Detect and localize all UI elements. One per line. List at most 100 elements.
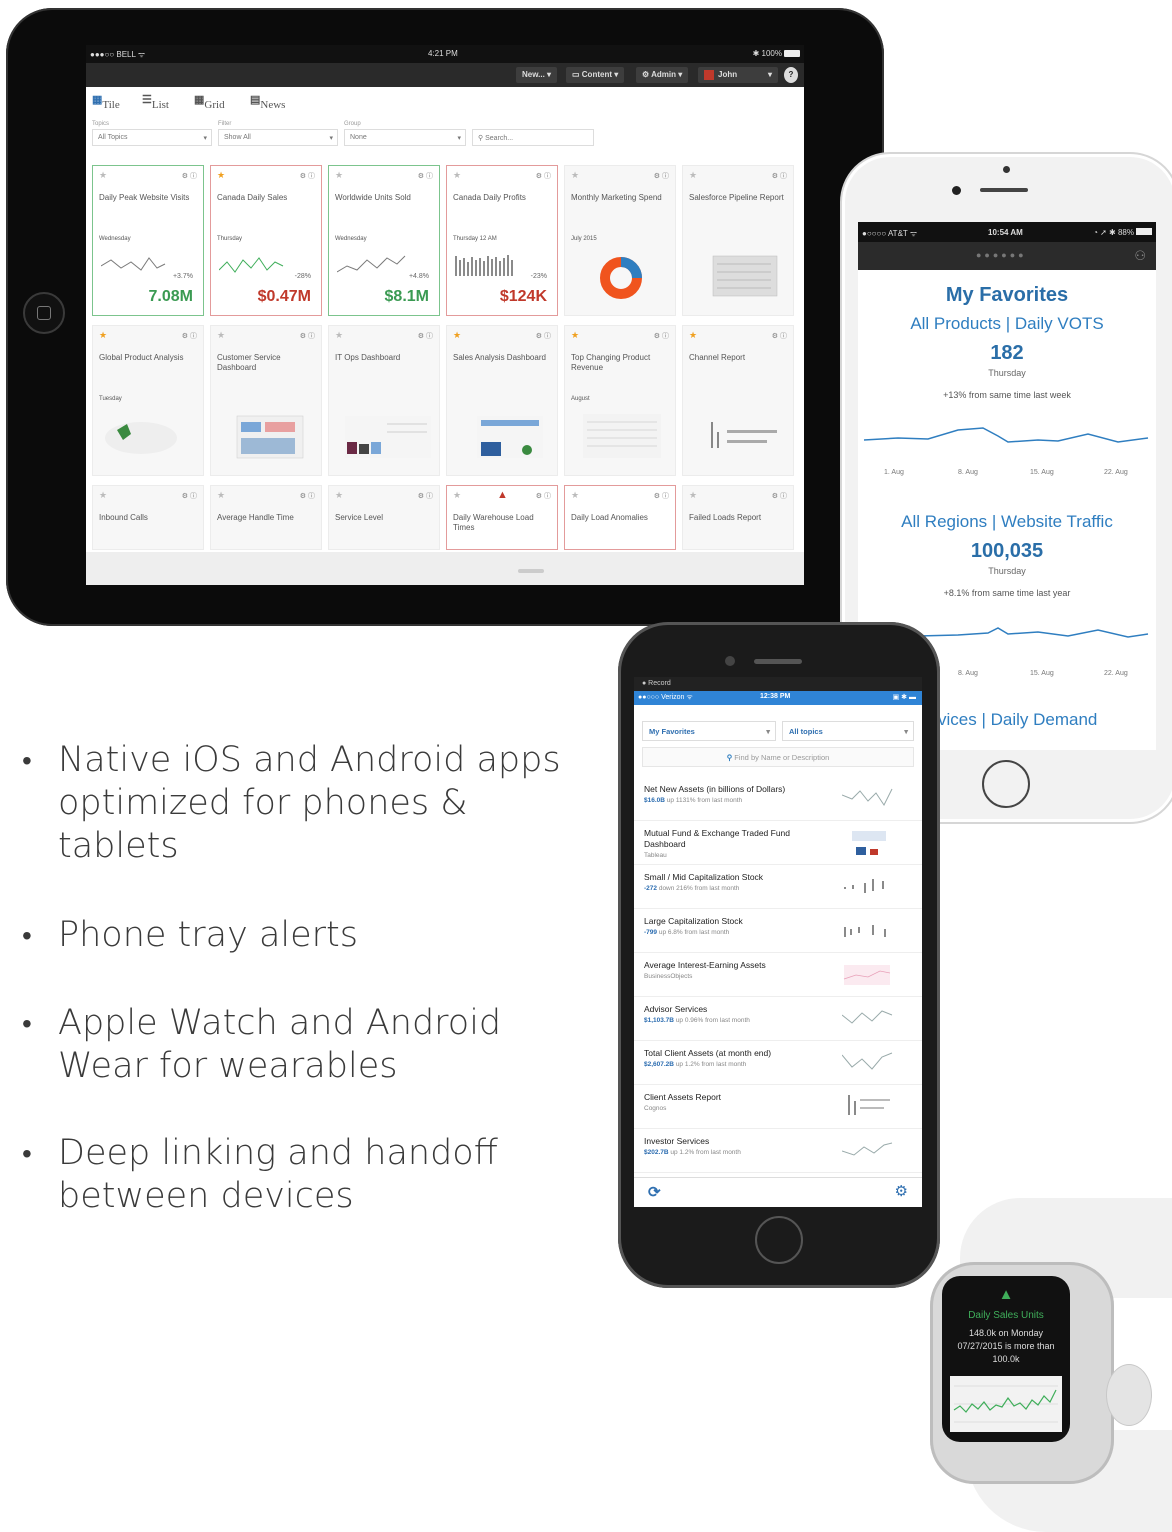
- star-icon[interactable]: ★: [689, 170, 697, 181]
- star-icon[interactable]: ★: [99, 490, 107, 501]
- tile[interactable]: ★ ⚙ ⓘ Salesforce Pipeline Report: [682, 165, 794, 316]
- tile[interactable]: ★ ⚙ ⓘ Top Changing Product Revenue August: [564, 325, 676, 476]
- tile-actions-icon[interactable]: ⚙ ⓘ: [654, 171, 669, 181]
- tile-actions-icon[interactable]: ⚙ ⓘ: [300, 171, 315, 181]
- star-icon[interactable]: ★: [335, 170, 343, 181]
- star-icon[interactable]: ★: [453, 170, 461, 181]
- tab-tile[interactable]: ▦ Tile: [92, 93, 120, 111]
- list-item[interactable]: Mutual Fund & Exchange Traded Fund Dashb…: [634, 821, 922, 865]
- tile-visualization: [455, 412, 551, 460]
- list-item[interactable]: Investor Services $202.7B up 1.2% from la…: [634, 1129, 922, 1173]
- tile[interactable]: ★ ⚙ ⓘ Sales Analysis Dashboard: [446, 325, 558, 476]
- search-input[interactable]: ⚲ Find by Name or Description: [642, 747, 914, 767]
- user-icon[interactable]: ⚇: [1134, 248, 1146, 264]
- star-icon[interactable]: ★: [689, 330, 697, 341]
- tile[interactable]: ★ ⚙ ⓘ Service Level: [328, 485, 440, 550]
- tile[interactable]: ★ ⚙ ⓘ Monthly Marketing Spend July 2015: [564, 165, 676, 316]
- favorites-select[interactable]: My Favorites ▾: [642, 721, 776, 741]
- watch-alert-message: 148.0k on Monday 07/27/2015 is more than…: [957, 1328, 1055, 1364]
- gear-icon[interactable]: ⚙: [895, 1182, 908, 1200]
- tile[interactable]: ★ ⚙ ⓘ Daily Load Anomalies: [564, 485, 676, 550]
- help-button[interactable]: ?: [784, 67, 798, 83]
- tile-date: Thursday: [217, 236, 243, 242]
- list-item[interactable]: Large Capitalization Stock -799 up 6.8% f…: [634, 909, 922, 953]
- tile[interactable]: ★ ⚙ ⓘ Channel Report: [682, 325, 794, 476]
- tile[interactable]: ★ ⚙ ⓘ Canada Daily Profits Thursday 12 AM -2…: [446, 165, 558, 316]
- filter-select[interactable]: Show All ▾: [218, 129, 338, 146]
- star-icon[interactable]: ★: [217, 170, 225, 181]
- star-icon[interactable]: ★: [571, 330, 579, 341]
- tile[interactable]: ★ ⚙ ⓘ Canada Daily Sales Thursday -28% $0.47M: [210, 165, 322, 316]
- list-item[interactable]: Net New Assets (in billions of Dollars) $…: [634, 777, 922, 821]
- user-menu-button[interactable]: John ▾: [698, 67, 778, 83]
- tile-actions-icon[interactable]: ⚙ ⓘ: [182, 331, 197, 341]
- kpi1-name[interactable]: All Products | Daily VOTS: [858, 314, 1156, 334]
- star-icon[interactable]: ★: [453, 490, 461, 501]
- refresh-icon[interactable]: ⟳: [648, 1183, 661, 1201]
- watch-crown[interactable]: [1106, 1364, 1152, 1426]
- list-item[interactable]: Client Assets Report Cognos: [634, 1085, 922, 1129]
- tile-actions-icon[interactable]: ⚙ ⓘ: [418, 331, 433, 341]
- tile-actions-icon[interactable]: ⚙ ⓘ: [418, 491, 433, 501]
- tile[interactable]: ★ ⚙ ⓘ Global Product Analysis Tuesday: [92, 325, 204, 476]
- star-icon[interactable]: ★: [99, 330, 107, 341]
- group-select[interactable]: None ▾: [344, 129, 466, 146]
- star-icon[interactable]: ★: [335, 330, 343, 341]
- tile-actions-icon[interactable]: ⚙ ⓘ: [536, 171, 551, 181]
- tile-actions-icon[interactable]: ⚙ ⓘ: [300, 331, 315, 341]
- tile[interactable]: ★ ⚙ ⓘ Average Handle Time: [210, 485, 322, 550]
- tile-actions-icon[interactable]: ⚙ ⓘ: [182, 491, 197, 501]
- kpi1-value: 182: [990, 342, 1024, 364]
- tile-actions-icon[interactable]: ⚙ ⓘ: [536, 331, 551, 341]
- group-label: Group: [344, 121, 361, 127]
- star-icon[interactable]: ★: [571, 170, 579, 181]
- tile-actions-icon[interactable]: ⚙ ⓘ: [182, 171, 197, 181]
- bullet-dot-icon: •: [22, 1137, 32, 1170]
- black-phone-home-button[interactable]: [755, 1216, 803, 1264]
- list-item[interactable]: Total Client Assets (at month end) $2,607…: [634, 1041, 922, 1085]
- tile-actions-icon[interactable]: ⚙ ⓘ: [300, 491, 315, 501]
- tile[interactable]: ★ ⚙ ⓘ Inbound Calls: [92, 485, 204, 550]
- tile-actions-icon[interactable]: ⚙ ⓘ: [772, 331, 787, 341]
- star-icon[interactable]: ★: [335, 490, 343, 501]
- list-item[interactable]: Average Interest-Earning Assets BusinessO…: [634, 953, 922, 997]
- tile[interactable]: ★ ⚙ ⓘ ▲ Daily Warehouse Load Times: [446, 485, 558, 550]
- list-item[interactable]: Advisor Services $1,103.7B up 0.96% from …: [634, 997, 922, 1041]
- drag-handle[interactable]: [518, 569, 544, 573]
- list-item-subtitle: $202.7B up 1.2% from last month: [644, 1149, 741, 1156]
- tile[interactable]: ★ ⚙ ⓘ Worldwide Units Sold Wednesday +4.8% $8…: [328, 165, 440, 316]
- white-phone-home-button[interactable]: [982, 760, 1030, 808]
- star-icon[interactable]: ★: [217, 490, 225, 501]
- tile-actions-icon[interactable]: ⚙ ⓘ: [536, 491, 551, 501]
- tile-visualization: [337, 412, 433, 460]
- tile[interactable]: ★ ⚙ ⓘ Failed Loads Report: [682, 485, 794, 550]
- admin-menu-button[interactable]: ⚙ Admin ▾: [636, 67, 689, 83]
- tile[interactable]: ★ ⚙ ⓘ IT Ops Dashboard: [328, 325, 440, 476]
- new-menu-button[interactable]: New... ▾: [516, 67, 558, 83]
- kpi2-name[interactable]: All Regions | Website Traffic: [858, 512, 1156, 532]
- topics-select[interactable]: All Topics ▾: [92, 129, 212, 146]
- tab-grid[interactable]: ▦ Grid: [194, 93, 225, 111]
- tile[interactable]: ★ ⚙ ⓘ Daily Peak Website Visits Wednesday +3…: [92, 165, 204, 316]
- search-input[interactable]: ⚲ Search...: [472, 129, 594, 146]
- content-menu-button[interactable]: ▭ Content ▾: [566, 67, 625, 83]
- tile-actions-icon[interactable]: ⚙ ⓘ: [772, 171, 787, 181]
- topics-select[interactable]: All topics ▾: [782, 721, 914, 741]
- kpi3-name[interactable]: vices | Daily Demand: [938, 710, 1097, 730]
- tile[interactable]: ★ ⚙ ⓘ Customer Service Dashboard: [210, 325, 322, 476]
- star-icon[interactable]: ★: [571, 490, 579, 501]
- star-icon[interactable]: ★: [453, 330, 461, 341]
- list-item-title: Advisor Services: [644, 1004, 708, 1014]
- tile-actions-icon[interactable]: ⚙ ⓘ: [654, 331, 669, 341]
- tile-actions-icon[interactable]: ⚙ ⓘ: [772, 491, 787, 501]
- tile-actions-icon[interactable]: ⚙ ⓘ: [654, 491, 669, 501]
- star-icon[interactable]: ★: [217, 330, 225, 341]
- tab-news[interactable]: ▤ News: [250, 93, 285, 111]
- star-icon[interactable]: ★: [689, 490, 697, 501]
- kpi2-day: Thursday: [988, 566, 1026, 576]
- tile-actions-icon[interactable]: ⚙ ⓘ: [418, 171, 433, 181]
- star-icon[interactable]: ★: [99, 170, 107, 181]
- list-item[interactable]: Small / Mid Capitalization Stock -272 dow…: [634, 865, 922, 909]
- tab-list[interactable]: ☰ List: [142, 93, 169, 111]
- black-phone-status-bar: ●●○○○ Verizon ᯤ 12:38 PM ▣ ✱ ▬: [634, 691, 922, 705]
